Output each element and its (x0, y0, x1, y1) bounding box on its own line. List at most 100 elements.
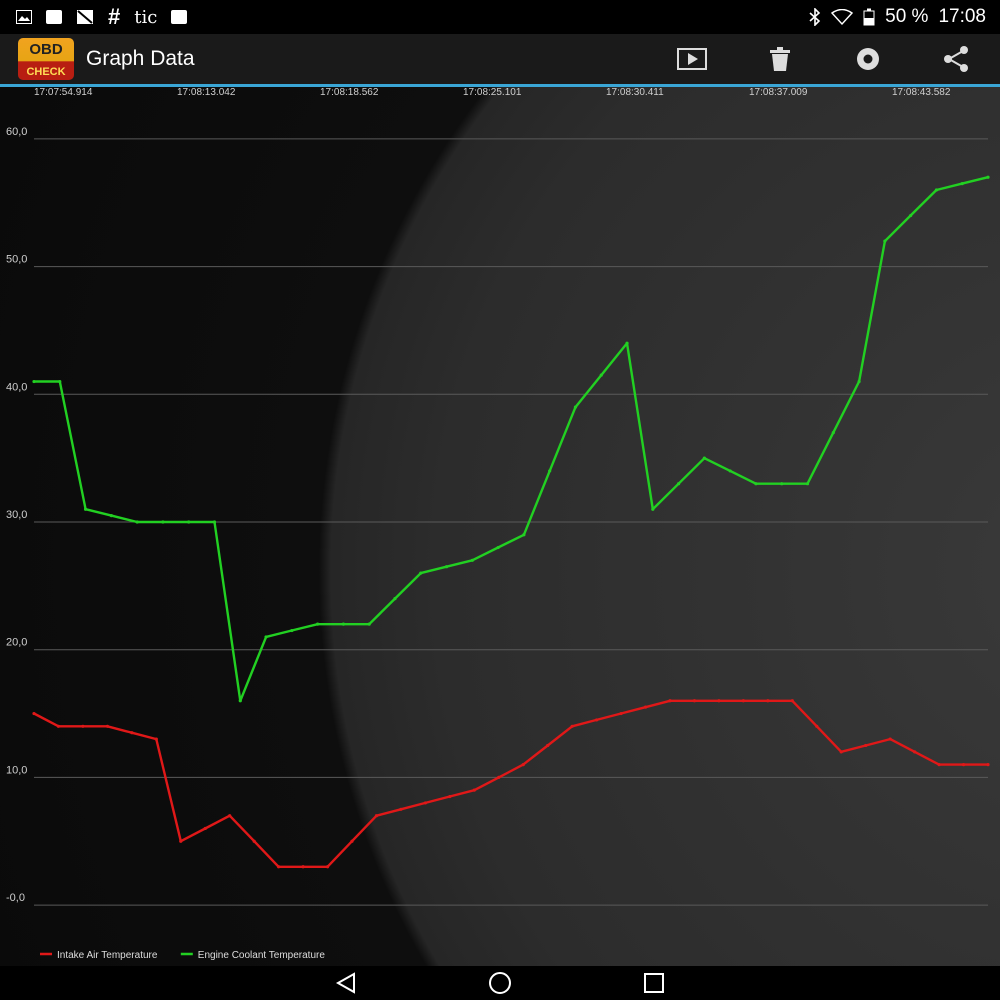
data-point[interactable] (676, 482, 681, 486)
data-point[interactable] (815, 724, 819, 728)
data-point[interactable] (187, 520, 191, 524)
data-point[interactable] (264, 635, 268, 639)
data-point[interactable] (470, 558, 474, 562)
data-point[interactable] (741, 699, 745, 703)
data-point[interactable] (728, 469, 732, 473)
data-point[interactable] (448, 794, 452, 799)
data-point[interactable] (81, 724, 85, 728)
data-point[interactable] (643, 705, 648, 709)
data-point[interactable] (252, 839, 256, 843)
data-point[interactable] (986, 763, 990, 767)
data-point[interactable] (913, 750, 917, 754)
data-point[interactable] (32, 711, 36, 716)
battery-percent: 50 % (885, 6, 929, 27)
x-tick-label: 17:08:43.582 (892, 87, 951, 98)
data-point[interactable] (325, 865, 330, 869)
y-tick-label: 30,0 (6, 509, 27, 521)
data-point[interactable] (130, 731, 134, 735)
data-point[interactable] (521, 763, 525, 767)
data-point[interactable] (393, 597, 397, 601)
data-point[interactable] (238, 699, 242, 703)
data-point[interactable] (301, 865, 305, 869)
share-button[interactable] (940, 43, 972, 75)
data-point[interactable] (228, 814, 232, 818)
data-point[interactable] (805, 482, 810, 486)
series-line-1[interactable] (34, 176, 989, 702)
data-point[interactable] (135, 520, 139, 524)
data-point[interactable] (986, 175, 990, 179)
data-point[interactable] (522, 533, 526, 537)
data-point[interactable] (864, 743, 868, 748)
data-point[interactable] (960, 182, 964, 186)
data-point[interactable] (790, 699, 794, 703)
data-point[interactable] (290, 628, 294, 633)
data-point[interactable] (888, 737, 892, 741)
data-point[interactable] (883, 239, 887, 243)
data-point[interactable] (472, 788, 476, 792)
data-point[interactable] (83, 507, 88, 511)
logo-bottom-text: CHECK (26, 66, 66, 78)
data-point[interactable] (780, 482, 784, 486)
y-tick-label: 60,0 (6, 126, 27, 138)
legend-label: Intake Air Temperature (57, 950, 158, 961)
data-point[interactable] (423, 801, 427, 805)
data-point[interactable] (546, 743, 550, 748)
data-point[interactable] (570, 724, 574, 728)
data-point[interactable] (316, 622, 320, 626)
app-notification-icon-2 (171, 10, 188, 24)
play-button[interactable] (676, 43, 708, 75)
data-point[interactable] (105, 724, 109, 728)
data-point[interactable] (831, 431, 835, 435)
data-point[interactable] (58, 379, 62, 384)
x-tick-label: 17:08:25.101 (463, 87, 522, 98)
data-point[interactable] (161, 520, 165, 524)
data-point[interactable] (374, 814, 379, 818)
data-point[interactable] (595, 718, 599, 722)
delete-button[interactable] (764, 43, 796, 75)
data-point[interactable] (625, 341, 629, 345)
app-logo[interactable]: OBD CHECK (18, 38, 74, 80)
series-line-0[interactable] (33, 699, 988, 868)
data-point[interactable] (203, 826, 207, 831)
data-point[interactable] (496, 545, 500, 550)
data-point[interactable] (599, 373, 603, 377)
data-point[interactable] (419, 571, 423, 575)
data-point[interactable] (619, 711, 623, 716)
home-button[interactable] (488, 971, 512, 995)
data-point[interactable] (909, 213, 913, 218)
data-point[interactable] (573, 405, 578, 409)
data-point[interactable] (937, 763, 941, 767)
data-point[interactable] (961, 763, 966, 767)
data-point[interactable] (399, 807, 403, 811)
data-point[interactable] (179, 839, 183, 843)
data-point[interactable] (934, 188, 939, 192)
settings-button[interactable] (852, 43, 884, 75)
data-point[interactable] (277, 865, 281, 869)
data-point[interactable] (651, 507, 655, 511)
data-point[interactable] (154, 737, 158, 741)
data-point[interactable] (548, 469, 552, 473)
data-point[interactable] (668, 699, 672, 703)
data-point[interactable] (444, 565, 449, 569)
line-chart[interactable]: -0,0 10,0 20,0 30,0 40,0 50,0 60,0 17:07:54.914… (0, 87, 1000, 967)
data-point[interactable] (839, 750, 843, 754)
data-point[interactable] (692, 699, 697, 703)
data-point[interactable] (350, 839, 354, 843)
data-point[interactable] (367, 622, 371, 626)
data-point[interactable] (32, 379, 36, 384)
data-point[interactable] (857, 379, 861, 384)
data-point[interactable] (766, 699, 770, 703)
data-point[interactable] (56, 724, 61, 728)
data-point[interactable] (717, 699, 721, 703)
data-point[interactable] (497, 775, 501, 779)
nav-bar (0, 966, 1000, 1000)
data-point[interactable] (754, 482, 758, 486)
data-point[interactable] (702, 456, 706, 460)
battery-icon (863, 8, 875, 26)
app-actions (676, 43, 1000, 75)
data-point[interactable] (212, 520, 217, 524)
back-button[interactable] (334, 971, 358, 995)
data-point[interactable] (341, 622, 346, 626)
data-point[interactable] (109, 514, 113, 518)
recents-button[interactable] (642, 971, 666, 995)
